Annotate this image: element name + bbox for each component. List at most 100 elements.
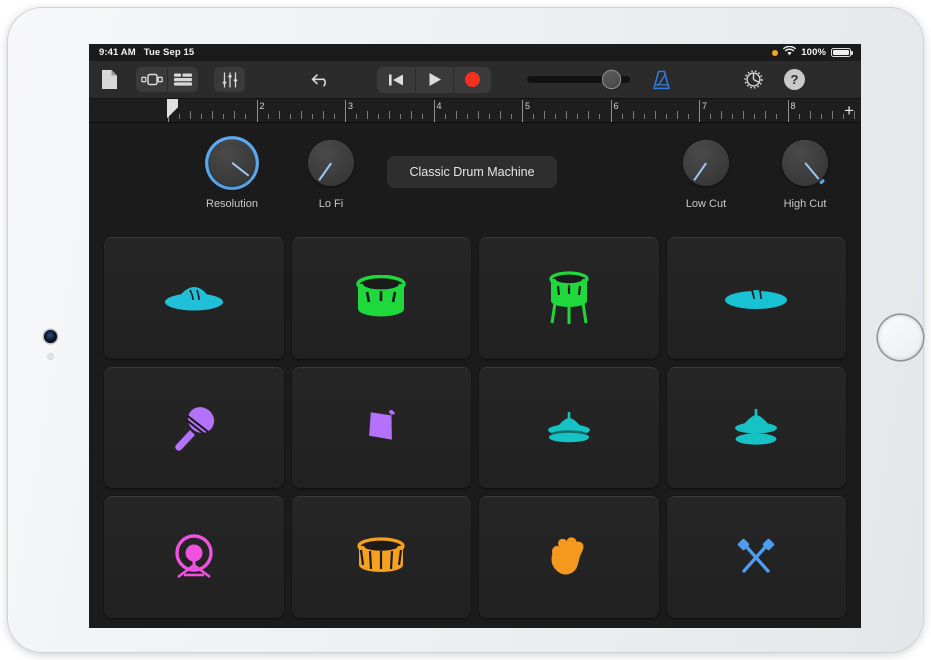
ruler-tick bbox=[267, 114, 269, 119]
gong-icon bbox=[170, 533, 218, 583]
master-volume-slider[interactable] bbox=[527, 71, 630, 88]
ruler-tick bbox=[643, 114, 645, 119]
pad-maraca[interactable] bbox=[104, 366, 284, 489]
ruler-tick bbox=[333, 114, 335, 119]
status-bar: 9:41 AM Tue Sep 15 100% bbox=[89, 44, 861, 61]
ruler-tick bbox=[632, 111, 634, 119]
preset-name-button[interactable]: Classic Drum Machine bbox=[387, 156, 557, 188]
ruler-tick bbox=[765, 111, 767, 119]
transport-controls bbox=[377, 66, 491, 93]
knob-label: Lo Fi bbox=[318, 198, 344, 210]
knob-resolution[interactable]: Resolution bbox=[186, 135, 278, 210]
ruler-tick bbox=[533, 114, 535, 119]
ruler-tick bbox=[710, 114, 712, 119]
wifi-icon bbox=[783, 45, 797, 59]
ruler-tick bbox=[234, 111, 236, 119]
ruler-tick bbox=[300, 111, 302, 119]
ipad-device-frame: 9:41 AM Tue Sep 15 100% ? 2 3 4 5 6 7 8 … bbox=[8, 8, 923, 652]
ruler-tick bbox=[743, 111, 745, 119]
playhead-marker[interactable] bbox=[167, 99, 178, 122]
pad-closed-hihat[interactable] bbox=[104, 237, 284, 359]
ruler-tick bbox=[820, 114, 822, 119]
ruler-tick bbox=[555, 114, 557, 119]
ruler-tick bbox=[400, 114, 402, 119]
metronome-icon[interactable] bbox=[652, 70, 671, 90]
pad-hand-clap[interactable] bbox=[479, 496, 659, 618]
ruler-tick bbox=[654, 111, 656, 119]
main-toolbar: ? bbox=[89, 61, 861, 99]
add-section-button[interactable]: + bbox=[844, 102, 854, 119]
pad-hihat-pedal[interactable] bbox=[479, 366, 659, 489]
pad-kick-drum[interactable] bbox=[291, 237, 471, 359]
ruler-tick bbox=[278, 111, 280, 119]
ruler-bar-label: 7 bbox=[702, 101, 708, 111]
play-icon[interactable] bbox=[415, 66, 453, 93]
ruler-tick bbox=[378, 114, 380, 119]
crash-cymbal-icon bbox=[724, 285, 788, 311]
ruler-tick bbox=[798, 114, 800, 119]
knob-dial[interactable] bbox=[678, 135, 734, 191]
home-button[interactable] bbox=[878, 315, 923, 360]
help-button[interactable]: ? bbox=[784, 69, 805, 90]
hihat-pedal-icon bbox=[544, 410, 594, 446]
ruler-tick bbox=[665, 114, 667, 119]
ruler-tick bbox=[322, 111, 324, 119]
ruler-tick bbox=[488, 114, 490, 119]
ruler-tick bbox=[422, 114, 424, 119]
front-camera-icon bbox=[44, 330, 57, 343]
knob-label: High Cut bbox=[783, 198, 827, 210]
ruler-bar-label: 6 bbox=[613, 101, 619, 111]
ruler-bar-label: 2 bbox=[259, 101, 265, 111]
ruler-tick bbox=[311, 114, 313, 119]
pad-snare-drum[interactable] bbox=[291, 496, 471, 618]
pad-cowbell[interactable] bbox=[291, 366, 471, 489]
ruler-tick bbox=[732, 114, 734, 119]
record-icon[interactable] bbox=[453, 66, 491, 93]
knob-dial[interactable] bbox=[777, 135, 833, 191]
ruler-tick bbox=[201, 114, 203, 119]
pad-drumsticks[interactable] bbox=[666, 496, 846, 618]
ruler-tick bbox=[776, 114, 778, 119]
ruler-tick bbox=[687, 114, 689, 119]
ruler-tick bbox=[212, 111, 214, 119]
record-indicator-dot-icon bbox=[772, 49, 779, 56]
live-loops-view-icon[interactable] bbox=[136, 67, 167, 92]
ruler-tick bbox=[444, 114, 446, 119]
ruler-tick bbox=[466, 114, 468, 119]
master-volume-knob[interactable] bbox=[603, 71, 620, 88]
ruler-tick bbox=[621, 114, 623, 119]
pad-crash-cymbal[interactable] bbox=[666, 237, 846, 359]
knob-lo-fi[interactable]: Lo Fi bbox=[285, 135, 377, 210]
ruler-bar-label: 5 bbox=[525, 101, 531, 111]
undo-icon[interactable] bbox=[311, 72, 331, 88]
ruler-tick bbox=[754, 114, 756, 119]
status-bar-left: 9:41 AM Tue Sep 15 bbox=[99, 47, 194, 58]
knob-high-cut[interactable]: High Cut bbox=[759, 135, 851, 210]
battery-percent-label: 100% bbox=[801, 47, 826, 58]
closed-hihat-icon bbox=[163, 281, 225, 315]
pad-floor-tom[interactable] bbox=[479, 237, 659, 359]
settings-gear-icon[interactable] bbox=[743, 69, 764, 90]
drumsticks-icon bbox=[730, 537, 782, 579]
ruler-tick bbox=[809, 111, 811, 119]
ruler-tick bbox=[566, 111, 568, 119]
knob-dial[interactable] bbox=[204, 135, 260, 191]
hand-clap-icon bbox=[546, 535, 592, 581]
ruler-tick bbox=[588, 111, 590, 119]
pad-gong[interactable] bbox=[104, 496, 284, 618]
ruler-tick bbox=[389, 111, 391, 119]
mixer-icon[interactable] bbox=[214, 67, 245, 92]
document-icon[interactable] bbox=[101, 69, 118, 90]
timeline-ruler[interactable]: 12345678 + bbox=[89, 99, 861, 123]
ambient-light-sensor-icon bbox=[47, 353, 54, 360]
knob-label: Low Cut bbox=[685, 198, 727, 210]
floor-tom-icon bbox=[547, 270, 591, 326]
tracks-view-icon[interactable] bbox=[167, 67, 198, 92]
knob-dial[interactable] bbox=[303, 135, 359, 191]
ruler-tick bbox=[499, 111, 501, 119]
ruler-tick bbox=[455, 111, 457, 119]
pad-open-hihat[interactable] bbox=[666, 366, 846, 489]
knob-low-cut[interactable]: Low Cut bbox=[660, 135, 752, 210]
rewind-icon[interactable] bbox=[377, 67, 415, 93]
ruler-bar-label: 3 bbox=[348, 101, 354, 111]
